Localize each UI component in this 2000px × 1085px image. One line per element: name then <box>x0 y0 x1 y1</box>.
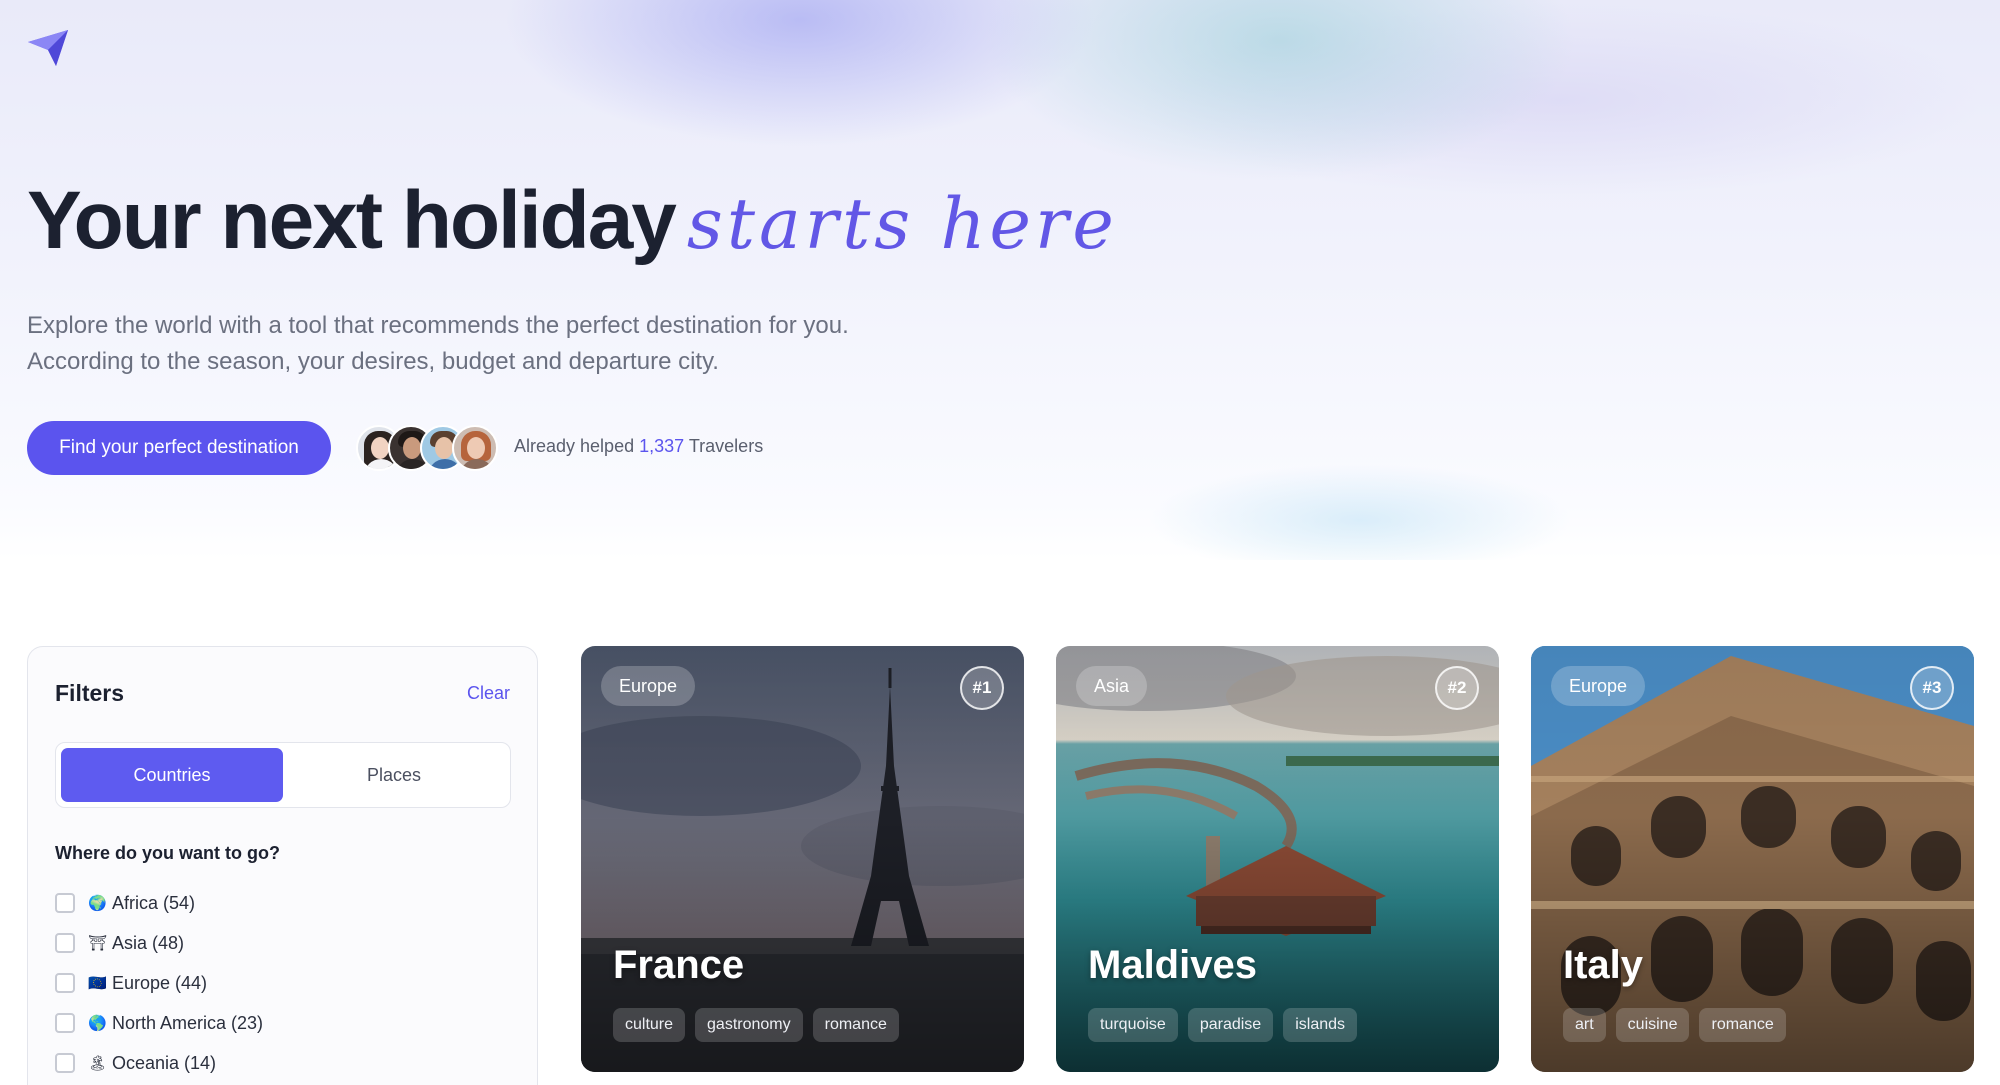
tag: romance <box>1699 1008 1786 1042</box>
rank-badge: #3 <box>1910 666 1954 710</box>
tag-list: art cuisine romance <box>1563 1008 1796 1042</box>
tag-list: turquoise paradise islands <box>1088 1008 1367 1042</box>
avatar <box>452 425 498 471</box>
helped-travelers-text: Already helped 1,337 Travelers <box>514 436 763 457</box>
region-label: Oceania (14) <box>112 1052 217 1073</box>
headline-script: starts here <box>686 183 1118 265</box>
tag: romance <box>812 1008 899 1042</box>
traveler-avatars <box>356 425 498 471</box>
destination-card-france[interactable]: Europe #1 France culture gastronomy roma… <box>581 646 1024 1072</box>
filters-panel: Filters Clear Countries Places Where do … <box>27 646 538 1085</box>
rank-badge: #2 <box>1435 666 1479 710</box>
region-item-north-america[interactable]: 🌎 North America (23) <box>55 1003 263 1043</box>
globe-americas-icon: 🌎 <box>88 1015 107 1032</box>
region-item-africa[interactable]: 🌍 Africa (54) <box>55 883 263 923</box>
clear-filters-link[interactable]: Clear <box>467 683 510 704</box>
destination-card-italy[interactable]: Europe #3 Italy art cuisine romance <box>1531 646 1974 1072</box>
filters-title: Filters <box>55 680 125 706</box>
filter-mode-toggle: Countries Places <box>55 742 511 808</box>
destination-question: Where do you want to go? <box>55 843 280 863</box>
tag: turquoise <box>1088 1008 1178 1042</box>
helped-prefix: Already helped <box>514 436 635 456</box>
tag: islands <box>1283 1008 1358 1042</box>
region-label: Africa (54) <box>112 892 196 913</box>
find-destination-button[interactable]: Find your perfect destination <box>27 421 331 475</box>
subtitle-line-1: Explore the world with a tool that recom… <box>27 312 849 339</box>
tag: cuisine <box>1615 1008 1690 1042</box>
destination-name: Maldives <box>1088 943 1257 987</box>
paper-plane-logo-icon[interactable] <box>26 28 70 68</box>
region-badge: Asia <box>1076 666 1148 706</box>
region-badge: Europe <box>601 666 696 706</box>
eu-flag-icon: 🇪🇺 <box>88 975 107 992</box>
region-label: Asia (48) <box>112 932 185 953</box>
tag: art <box>1563 1008 1606 1042</box>
page-title: Your next holiday starts here <box>27 180 1118 262</box>
subtitle-line-2: According to the season, your desires, b… <box>27 348 719 375</box>
region-checkbox[interactable] <box>55 933 75 953</box>
island-icon: 🏝 <box>88 1055 108 1072</box>
rank-badge: #1 <box>960 666 1004 710</box>
region-item-europe[interactable]: 🇪🇺 Europe (44) <box>55 963 263 1003</box>
destination-card-maldives[interactable]: Asia #2 Maldives turquoise paradise isla… <box>1056 646 1499 1072</box>
destination-name: Italy <box>1563 943 1644 987</box>
helped-count: 1,337 <box>639 436 685 456</box>
region-item-oceania[interactable]: 🏝 Oceania (14) <box>55 1043 263 1083</box>
destination-name: France <box>613 943 745 987</box>
tag-list: culture gastronomy romance <box>613 1008 909 1042</box>
helped-suffix: Travelers <box>688 436 764 456</box>
hero-subtitle: Explore the world with a tool that recom… <box>27 308 1027 380</box>
region-badge: Europe <box>1551 666 1646 706</box>
region-checkbox[interactable] <box>55 893 75 913</box>
region-checkbox[interactable] <box>55 1053 75 1073</box>
headline-main: Your next holiday <box>27 175 677 266</box>
globe-africa-icon: 🌍 <box>88 895 107 912</box>
region-label: Europe (44) <box>112 972 208 993</box>
region-list: 🌍 Africa (54) ⛩ Asia (48) 🇪🇺 Europe (44)… <box>55 883 263 1083</box>
region-checkbox[interactable] <box>55 973 75 993</box>
tab-countries[interactable]: Countries <box>61 748 283 802</box>
tag: paradise <box>1187 1008 1274 1042</box>
region-checkbox[interactable] <box>55 1013 75 1033</box>
hero-section: Your next holiday starts here Explore the… <box>0 0 2000 560</box>
region-item-asia[interactable]: ⛩ Asia (48) <box>55 923 263 963</box>
region-label: North America (23) <box>112 1012 264 1033</box>
tag: gastronomy <box>695 1008 803 1042</box>
tag: culture <box>613 1008 686 1042</box>
torii-gate-icon: ⛩ <box>88 935 108 952</box>
tab-places[interactable]: Places <box>283 748 505 802</box>
